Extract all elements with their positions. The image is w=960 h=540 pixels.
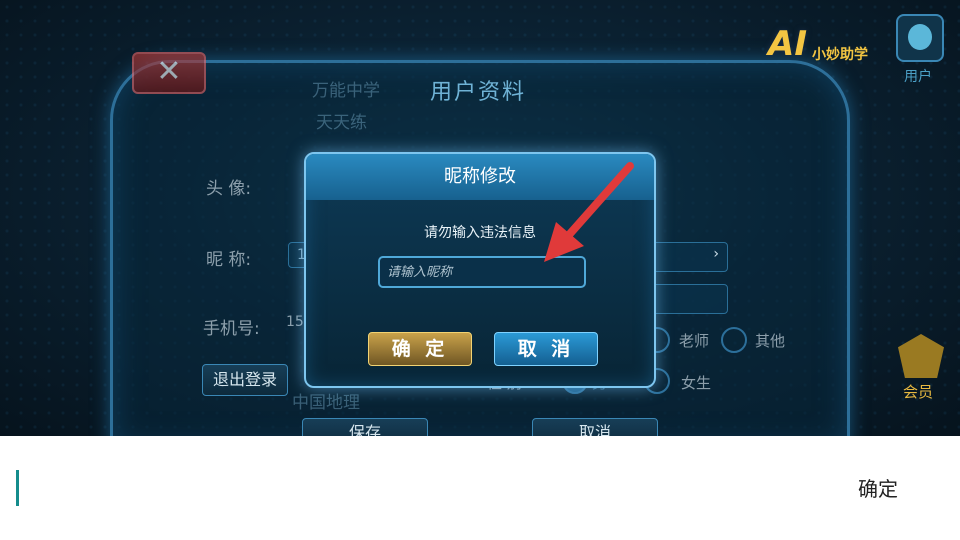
close-button[interactable]: ✕	[132, 52, 206, 94]
page-title: 用户资料	[430, 80, 527, 105]
nickname-dialog: 昵称修改 请勿输入违法信息 确 定 取 消	[304, 152, 656, 388]
radio-other[interactable]	[721, 327, 747, 353]
save-button[interactable]: 保存	[302, 418, 428, 436]
role-other-label: 其他	[755, 332, 786, 350]
class-field[interactable]	[652, 284, 728, 314]
user-avatar-icon[interactable]	[896, 14, 944, 62]
confirm-button[interactable]: 确 定	[368, 332, 472, 366]
vip-label: 会员	[903, 383, 934, 401]
chevron-right-icon: ›	[713, 246, 719, 262]
logout-button[interactable]: 退出登录	[202, 364, 288, 396]
bottom-bar	[0, 436, 960, 540]
school-select[interactable]: ›	[652, 242, 728, 272]
nickname-input[interactable]	[378, 256, 586, 288]
input-cursor-marker	[16, 470, 19, 506]
cancel-button[interactable]: 取 消	[494, 332, 598, 366]
cancel-form-button[interactable]: 取消	[532, 418, 658, 436]
avatar-label: 头 像:	[206, 179, 252, 199]
brand-logo: AI	[768, 24, 807, 64]
bottom-confirm-button[interactable]: 确定	[842, 474, 914, 504]
user-label: 用户	[904, 69, 932, 85]
deco-text: 中国地理	[292, 393, 360, 413]
brand-subtitle: 小妙助学	[812, 47, 868, 63]
deco-text: 天天练	[316, 113, 367, 133]
dialog-hint: 请勿输入违法信息	[424, 225, 536, 241]
gender-female-label: 女生	[681, 374, 712, 392]
role-teacher-label: 老师	[679, 332, 710, 350]
deco-text: 万能中学	[312, 81, 380, 101]
dialog-title: 昵称修改	[306, 154, 654, 200]
phone-label: 手机号:	[203, 319, 260, 339]
nickname-label: 昵 称:	[206, 250, 252, 270]
game-screen: ✕ 用户资料 万能中学 天天练 中国地理 头 像: 昵 称: 1*2****7 …	[0, 0, 960, 436]
